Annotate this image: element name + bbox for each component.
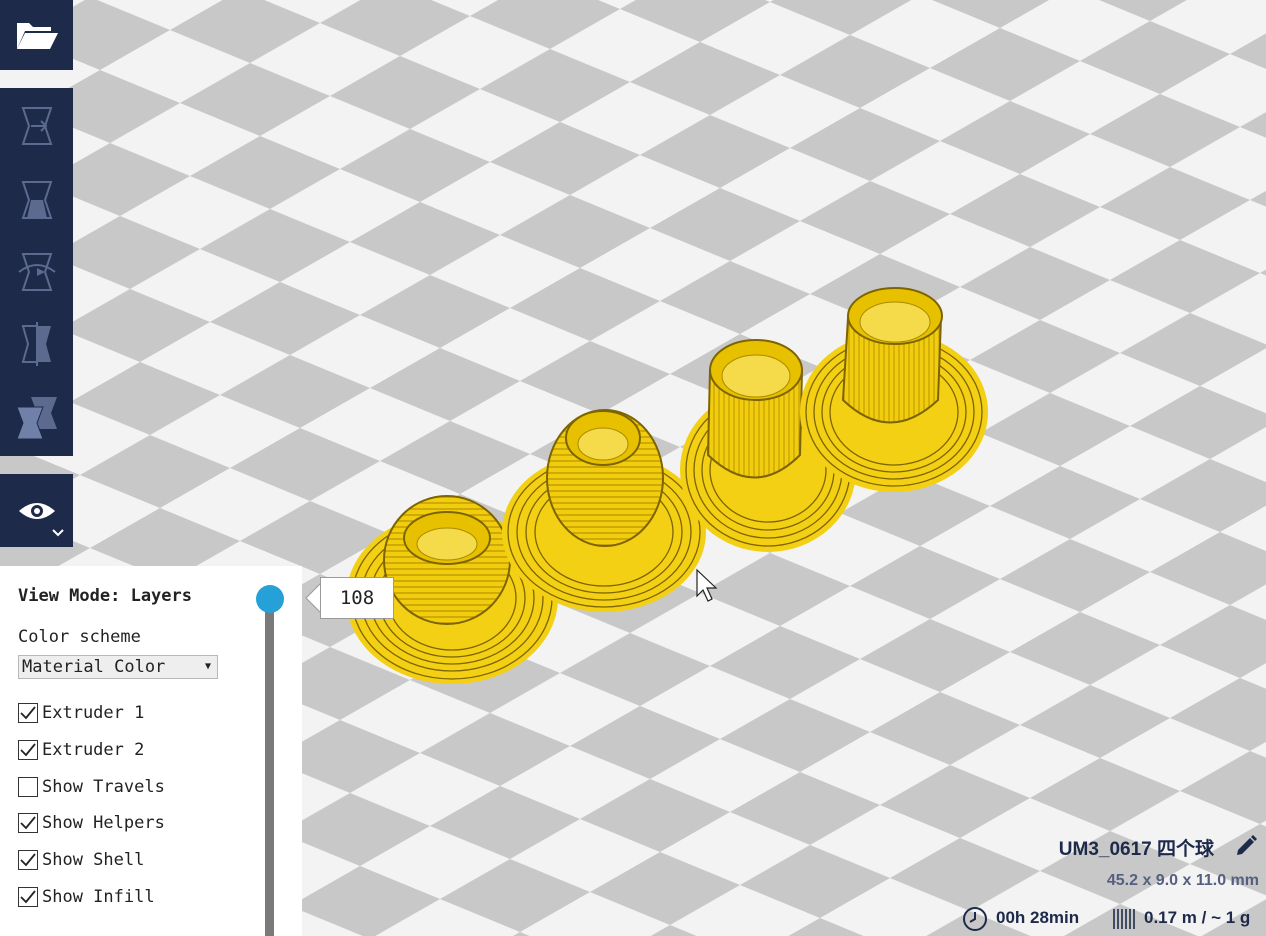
- dropdown-arrow-icon: ▼: [204, 661, 211, 672]
- checkbox-box[interactable]: [18, 850, 38, 870]
- color-scheme-select[interactable]: Material Color ▼: [18, 655, 218, 679]
- model-dimensions: 45.2 x 9.0 x 11.0 mm: [1106, 872, 1259, 889]
- view-mode-title: View Mode: Layers: [18, 586, 192, 606]
- chevron-down-icon: [52, 529, 64, 537]
- view-mode-button[interactable]: [0, 474, 73, 547]
- scale-tool-button[interactable]: [0, 170, 73, 230]
- checkbox-show-infill[interactable]: Show Infill: [18, 884, 155, 910]
- layer-slider-track[interactable]: [265, 600, 274, 936]
- checkbox-box[interactable]: [18, 740, 38, 760]
- checkbox-show-shell[interactable]: Show Shell: [18, 847, 144, 873]
- open-file-button[interactable]: [0, 0, 73, 70]
- check-icon: [20, 816, 36, 830]
- material-usage: 0.17 m / ~ 1 g: [1144, 908, 1251, 927]
- checkbox-label: Show Helpers: [42, 813, 165, 833]
- check-icon: [20, 743, 36, 757]
- check-icon: [20, 706, 36, 720]
- color-scheme-label: Color scheme: [18, 627, 141, 647]
- clock-icon: [963, 907, 987, 931]
- checkbox-show-helpers[interactable]: Show Helpers: [18, 810, 165, 836]
- current-layer-input[interactable]: 108: [320, 577, 394, 619]
- job-name: UM3_0617 四个球: [1058, 839, 1214, 860]
- tool-panel: [0, 88, 73, 456]
- checkbox-label: Show Travels: [42, 777, 165, 797]
- check-icon: [20, 853, 36, 867]
- print-time: 00h 28min: [996, 908, 1080, 927]
- checkbox-extruder-2[interactable]: Extruder 2: [18, 737, 144, 763]
- rotate-icon: [17, 253, 56, 291]
- checkbox-extruder-1[interactable]: Extruder 1: [18, 700, 144, 726]
- mirror-icon: [21, 322, 51, 366]
- checkbox-show-travels[interactable]: Show Travels: [18, 774, 165, 800]
- color-scheme-value: Material Color: [22, 657, 166, 677]
- material-spool-icon: [1113, 909, 1135, 929]
- checkbox-label: Extruder 1: [42, 703, 145, 723]
- checkbox-box[interactable]: [18, 887, 38, 907]
- check-icon: [20, 890, 36, 904]
- edit-job-name-icon[interactable]: [1234, 834, 1258, 858]
- per-model-settings-icon: [15, 397, 57, 440]
- eye-icon: [18, 502, 55, 519]
- checkbox-box[interactable]: [18, 813, 38, 833]
- mirror-tool-button[interactable]: [0, 314, 73, 374]
- layer-slider-handle[interactable]: [256, 585, 284, 613]
- layer-view-panel: View Mode: Layers Color scheme Material …: [0, 566, 302, 936]
- rotate-tool-button[interactable]: [0, 242, 73, 302]
- checkbox-box[interactable]: [18, 703, 38, 723]
- checkbox-label: Extruder 2: [42, 740, 145, 760]
- checkbox-label: Show Shell: [42, 850, 145, 870]
- checkbox-label: Show Infill: [42, 887, 155, 907]
- translate-icon: [21, 107, 52, 145]
- move-tool-button[interactable]: [0, 96, 73, 156]
- checkbox-box[interactable]: [18, 777, 38, 797]
- per-model-settings-button[interactable]: [0, 386, 73, 450]
- folder-open-icon: [16, 23, 58, 49]
- scale-icon: [21, 181, 52, 219]
